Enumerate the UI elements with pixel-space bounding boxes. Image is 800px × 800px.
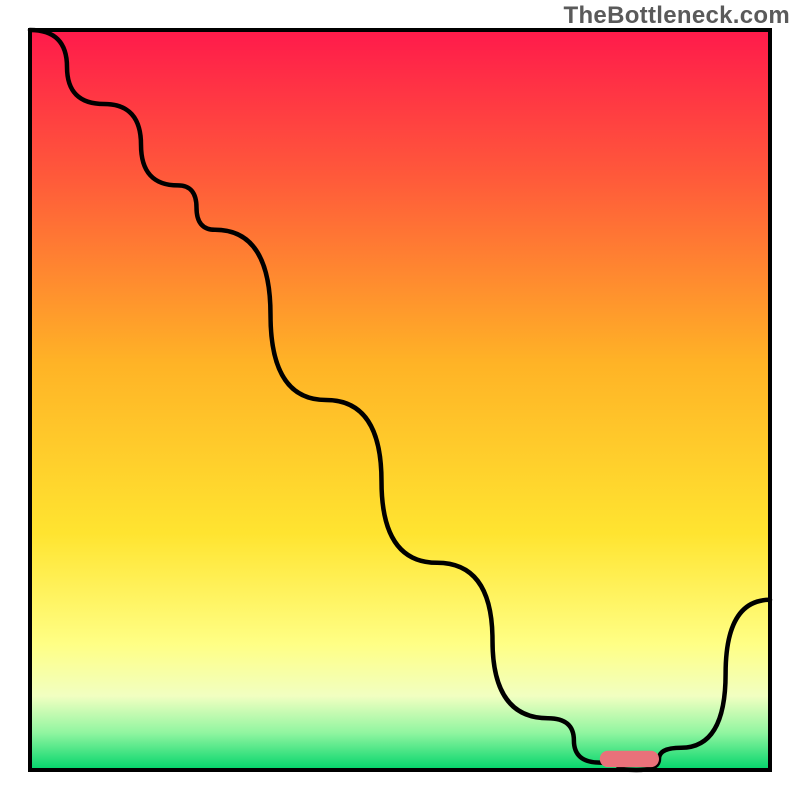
optimal-zone-marker — [600, 751, 659, 767]
bottleneck-chart — [0, 0, 800, 800]
